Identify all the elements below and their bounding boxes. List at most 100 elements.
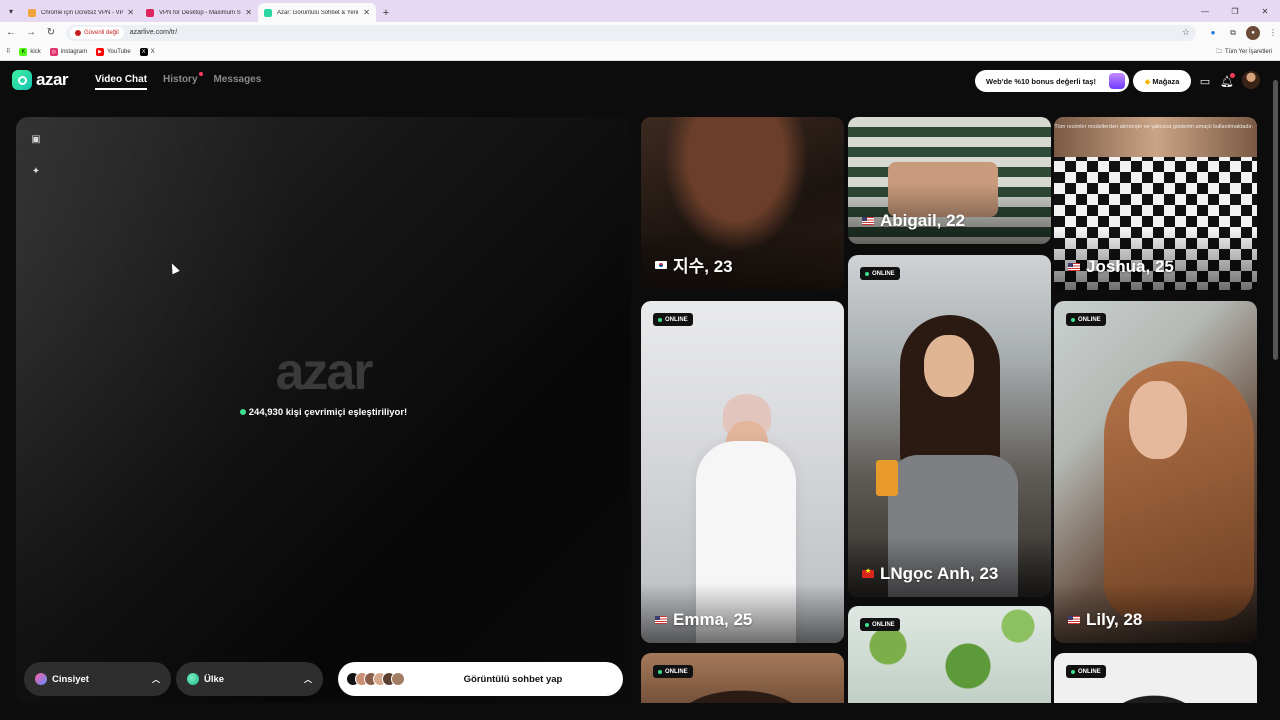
logo-text: azar (36, 70, 69, 89)
close-icon[interactable]: ✕ (127, 8, 134, 17)
globe-icon (187, 673, 199, 685)
maximize-icon[interactable]: ❐ (1220, 0, 1250, 22)
bookmark-label: YouTube (107, 48, 131, 55)
nav-messages[interactable]: Messages (214, 74, 262, 90)
gem-icon: ◆ (1144, 76, 1151, 86)
gender-filter-button[interactable]: Cinsiyet ︿ (24, 662, 171, 696)
photo-neck (1054, 117, 1257, 157)
photo-face (1129, 381, 1187, 459)
profile-name-text: Emma, 25 (673, 610, 753, 629)
video-chat-panel: ▣ ✦ azar 244,930 kişi çevrimiçi eşleştir… (16, 117, 631, 703)
kick-icon: K (19, 47, 28, 56)
bookmark-label: kick (30, 48, 41, 55)
tab-favicon (146, 8, 154, 17)
all-bookmarks[interactable]: 🗀 Tüm Yer İşaretleri (1216, 47, 1272, 57)
profile-card[interactable]: ONLINE Emma, 25 (641, 301, 844, 643)
profile-card[interactable]: ONLINE LNgọc Anh, 23 (848, 255, 1051, 597)
profile-name: 지수, 23 (655, 252, 733, 277)
online-badge-label: ONLINE (1078, 316, 1101, 323)
kebab-menu-icon[interactable]: ⋮ (1266, 26, 1280, 40)
toolbar-icons: ● ⧉ ● ⋮ (1206, 25, 1280, 40)
url-omnibox[interactable]: Güvenli değil azarlive.com/tr/ ☆ (66, 24, 1196, 41)
online-badge-label: ONLINE (665, 668, 688, 675)
flag-us-icon (862, 217, 874, 225)
country-filter-button[interactable]: Ülke ︿ (176, 662, 323, 696)
flag-vn-icon (862, 567, 874, 578)
mouse-cursor (168, 261, 180, 275)
notification-dot (1230, 73, 1235, 78)
tab-vpn-desktop[interactable]: VPN for Desktop - Maximum Se ✕ (140, 3, 258, 22)
bookmark-x[interactable]: X X (139, 47, 155, 56)
profile-card[interactable]: 지수, 23 (641, 117, 844, 290)
extensions-puzzle-icon[interactable]: ⧉ (1226, 26, 1240, 40)
security-label: Güvenli değil (84, 29, 119, 36)
new-tab-button[interactable]: + (376, 3, 396, 22)
minimize-icon[interactable]: — (1190, 0, 1220, 22)
extension-vpn-icon[interactable]: ● (1206, 26, 1220, 40)
close-icon[interactable]: ✕ (363, 8, 370, 17)
profile-name-text: Abigail, 22 (880, 211, 966, 230)
online-dot-icon (865, 271, 869, 276)
user-avatar[interactable] (1242, 71, 1260, 89)
profile-name-text: LNgọc Anh, 23 (880, 564, 999, 583)
profile-card[interactable]: ONLINE Lily, 28 (1054, 301, 1257, 643)
tab-search-icon[interactable]: ▾ (0, 0, 22, 22)
bookmark-youtube[interactable]: ▶ YouTube (96, 47, 131, 56)
tab-favicon (28, 8, 36, 17)
nav-history[interactable]: History (163, 72, 203, 90)
promo-label: Web'de %10 bonus değerli taş! (986, 76, 1097, 86)
gem-bonus-promo-button[interactable]: Web'de %10 bonus değerli taş! (975, 70, 1129, 92)
online-badge-label: ONLINE (872, 621, 895, 628)
profile-card[interactable]: Joshua, 25 (1054, 117, 1257, 290)
profile-card[interactable]: ONLINE (1054, 653, 1257, 703)
tab-azar[interactable]: Azar: Görüntülü Sohbet & Yeni ✕ (258, 3, 376, 22)
flag-us-icon (1068, 616, 1080, 624)
profile-name: Lily, 28 (1068, 610, 1142, 630)
bell-icon[interactable]: 🔔︎ (1220, 73, 1235, 88)
tab-title: Chrome için Ücretsiz VPN - VPN (41, 9, 124, 16)
profile-name-text: Lily, 28 (1086, 610, 1143, 629)
tab-favicon (264, 8, 272, 17)
online-dot-icon (1071, 317, 1075, 322)
back-icon[interactable]: ← (2, 24, 20, 42)
nav-video-chat[interactable]: Video Chat (95, 74, 148, 90)
flag-us-icon (655, 616, 667, 624)
security-chip[interactable]: Güvenli değil (70, 26, 124, 39)
chevron-up-icon: ︿ (152, 674, 160, 684)
profile-card[interactable]: ONLINE (848, 606, 1051, 703)
online-badge: ONLINE (860, 267, 900, 280)
all-bookmarks-label: Tüm Yer İşaretleri (1224, 48, 1272, 55)
profile-name: Abigail, 22 (862, 211, 965, 231)
profile-name-text: 지수, 23 (673, 257, 733, 276)
online-dot-icon (1071, 669, 1075, 674)
bookmark-instagram[interactable]: ◎ instagram (49, 47, 87, 56)
profile-card[interactable]: ONLINE (641, 653, 844, 703)
bookmark-kick[interactable]: K kick (19, 47, 41, 56)
apps-grid-icon[interactable]: ⠿ (6, 48, 10, 55)
forward-icon[interactable]: → (22, 24, 40, 42)
country-filter-label: Ülke (204, 673, 225, 685)
photo-disclaimer: Tüm resimler modellerden alınmıştır ve y… (1054, 124, 1253, 130)
scrollbar-thumb[interactable] (1273, 80, 1278, 360)
online-dot-icon (865, 622, 869, 627)
bookmark-label: X (150, 48, 155, 55)
tab-vpn-chrome[interactable]: Chrome için Ücretsiz VPN - VPN ✕ (22, 3, 140, 22)
azar-logo[interactable]: azar (12, 70, 69, 90)
youtube-icon: ▶ (96, 47, 105, 56)
profile-name-text: Joshua, 25 (1086, 257, 1174, 276)
inbox-icon[interactable]: ▭ (1198, 74, 1212, 88)
start-video-chat-button[interactable]: Görüntülü sohbet yap (338, 662, 623, 696)
camera-settings-icon[interactable]: ▣ (28, 131, 44, 147)
close-icon[interactable]: ✕ (245, 8, 252, 17)
store-label: Mağaza (1152, 76, 1180, 86)
profile-avatar-icon[interactable]: ● (1246, 25, 1260, 40)
window-close-icon[interactable]: ✕ (1250, 0, 1280, 22)
nav-history-label: History (163, 74, 198, 85)
profile-card[interactable]: Abigail, 22 (848, 117, 1051, 244)
online-badge: ONLINE (1066, 313, 1106, 326)
bookmark-star-icon[interactable]: ☆ (1182, 27, 1190, 38)
page-scrollbar[interactable] (1273, 70, 1278, 710)
reload-icon[interactable]: ↻ (42, 24, 60, 42)
magic-wand-icon[interactable]: ✦ (28, 163, 44, 179)
store-button[interactable]: ◆ Mağaza (1133, 70, 1191, 92)
